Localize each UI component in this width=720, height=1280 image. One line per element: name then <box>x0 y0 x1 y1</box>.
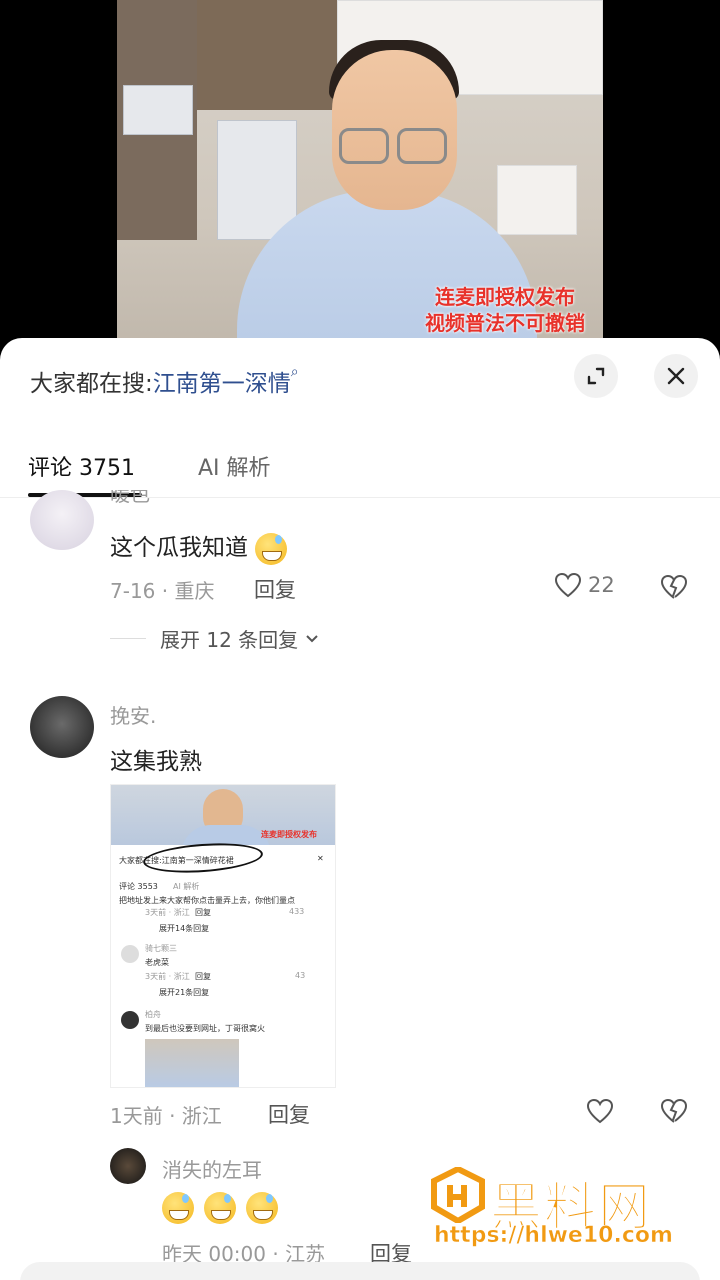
video-caption: 连麦即授权发布 视频普法不可撤销 <box>425 284 585 336</box>
like-button[interactable]: 22 <box>554 572 615 598</box>
tab-comments[interactable]: 评论 3751 <box>28 450 135 482</box>
reply-button[interactable]: 回复 <box>254 574 296 604</box>
dislike-button[interactable] <box>660 1098 688 1128</box>
image-sheet: 大家都在搜:江南第一深情碎花裙 ✕ 评论 3553 AI 解析 把地址发上来大家… <box>111 845 335 1087</box>
comment-image[interactable]: 连麦即授权发布 大家都在搜:江南第一深情碎花裙 ✕ 评论 3553 AI 解析 … <box>110 784 336 1088</box>
expand-button[interactable] <box>574 354 618 398</box>
tab-ai-analysis[interactable]: AI 解析 <box>198 450 271 482</box>
comment-text-content: 这个瓜我知道 <box>110 535 248 561</box>
comment-author[interactable]: 挽安. <box>110 700 156 729</box>
search-icon: ⌕ <box>290 364 299 380</box>
comment-text: 这个瓜我知道 <box>110 528 288 565</box>
broken-heart-icon <box>660 1098 688 1123</box>
divider <box>110 638 146 639</box>
caption-line-1: 连麦即授权发布 <box>435 285 575 309</box>
close-button[interactable] <box>654 354 698 398</box>
dislike-button[interactable] <box>660 574 688 604</box>
avatar[interactable] <box>30 490 94 550</box>
watermark-logo-icon <box>431 1167 485 1223</box>
glasses-right <box>397 128 447 164</box>
search-prefix: 大家都在搜: <box>30 371 153 397</box>
sweat-smile-emoji-icon <box>162 1192 194 1224</box>
image-row1-meta: 3天前 · 浙江 <box>145 908 190 917</box>
trending-search[interactable]: 大家都在搜:江南第一深情⌕ <box>30 364 299 398</box>
expand-icon <box>587 367 605 385</box>
image-avatar <box>121 945 139 963</box>
reply-button[interactable]: 回复 <box>268 1099 310 1129</box>
heart-icon <box>554 572 582 598</box>
sweat-smile-emoji-icon <box>204 1192 236 1224</box>
close-icon <box>667 367 685 385</box>
broken-heart-icon <box>660 574 688 599</box>
video-frame: 连麦即授权发布 视频普法不可撤销 <box>117 0 603 360</box>
image-video-area: 连麦即授权发布 <box>111 785 335 855</box>
binder <box>497 165 577 235</box>
avatar[interactable] <box>30 696 94 758</box>
tab-bar: 评论 3751 AI 解析 <box>0 436 720 498</box>
video-player[interactable]: 连麦即授权发布 视频普法不可撤销 <box>0 0 720 360</box>
caption-line-2: 视频普法不可撤销 <box>425 311 585 335</box>
image-video-thumbnail <box>145 1039 239 1087</box>
image-row1-text: 把地址发上来大家帮你点击量弄上去，你他们量点 <box>119 896 295 905</box>
expand-replies-button[interactable]: 展开 12 条回复 <box>110 624 320 653</box>
comment-meta: 1天前 · 浙江 <box>110 1104 222 1128</box>
image-avatar <box>121 1011 139 1029</box>
image-row2-expand: 展开21条回复 <box>159 988 210 997</box>
image-row2-likes: 43 <box>295 971 306 980</box>
image-row2-meta: 3天前 · 浙江 <box>145 972 190 981</box>
image-row3-name: 柏舟 <box>145 1010 161 1019</box>
file-tray <box>123 85 193 135</box>
watermark: 黑料网 https://hlwe10.com <box>430 1165 700 1255</box>
comment-author[interactable]: 暖色 <box>110 490 150 504</box>
avatar[interactable] <box>110 1148 146 1184</box>
heart-icon <box>586 1098 614 1124</box>
image-row3-text: 到最后也没要到网址，丁哥很窝火 <box>145 1024 265 1033</box>
chevron-down-icon <box>306 634 318 642</box>
image-row1-reply: 回复 <box>195 908 211 917</box>
comment-author[interactable]: 消失的左耳 <box>162 1154 262 1183</box>
search-keyword[interactable]: 江南第一深情 <box>153 371 291 397</box>
image-row2-text: 老虎菜 <box>145 958 169 967</box>
like-button[interactable] <box>586 1098 614 1124</box>
watermark-url: https://hlwe10.com <box>434 1223 673 1249</box>
image-row2-reply: 回复 <box>195 972 211 981</box>
image-tab-comments: 评论 3553 <box>119 882 158 891</box>
sweat-smile-emoji-icon <box>255 532 288 565</box>
comment-emojis <box>162 1192 278 1224</box>
image-close-icon: ✕ <box>317 854 324 863</box>
comment-text: 这集我熟 <box>110 749 202 775</box>
image-row1-expand: 展开14条回复 <box>159 924 210 933</box>
image-row2-name: 骑七颗三 <box>145 944 177 953</box>
file-tray <box>217 120 297 240</box>
comment-sheet: 大家都在搜:江南第一深情⌕ 评论 3751 AI 解析 暖色 这个瓜我知道 7-… <box>0 338 720 1280</box>
glasses-left <box>339 128 389 164</box>
image-tab-ai: AI 解析 <box>173 882 200 891</box>
image-row1-likes: 433 <box>289 907 305 916</box>
expand-replies-label: 展开 12 条回复 <box>160 628 299 652</box>
like-count: 22 <box>588 573 615 597</box>
image-caption: 连麦即授权发布 <box>261 830 317 839</box>
sweat-smile-emoji-icon <box>246 1192 278 1224</box>
comment-input-bar[interactable] <box>20 1262 700 1280</box>
shelf-unit <box>197 0 337 110</box>
comment-meta: 7-16 · 重庆 <box>110 579 215 603</box>
